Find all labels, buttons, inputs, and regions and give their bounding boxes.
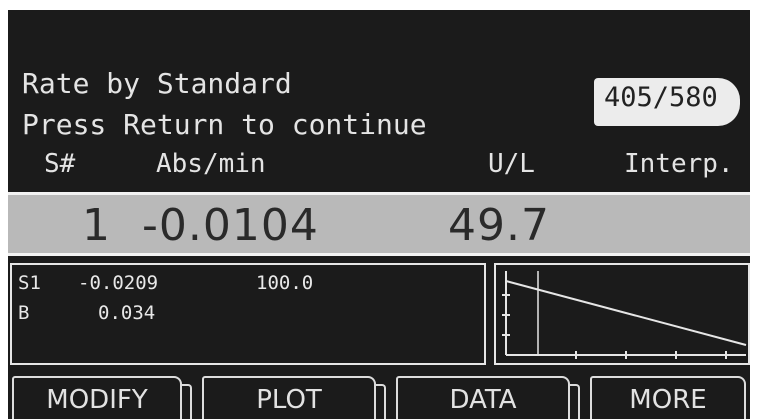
data-softkey[interactable]: DATA	[396, 376, 580, 419]
standard-abs: -0.0209	[78, 272, 159, 294]
standard-conc: 100.0	[256, 272, 314, 294]
wavelength-value: 405/580	[604, 82, 718, 113]
instrument-screen: Rate by Standard Press Return to continu…	[8, 10, 750, 419]
result-row	[8, 192, 750, 256]
column-header-abs: Abs/min	[156, 149, 266, 179]
blank-abs: 0.034	[98, 302, 156, 324]
result-concentration: 49.7	[448, 200, 550, 251]
modify-softkey[interactable]: MODIFY	[12, 376, 192, 419]
blank-id: B	[18, 302, 30, 324]
data-label: DATA	[449, 384, 517, 415]
plot-softkey-tab	[374, 384, 386, 419]
prompt-instruction: Press Return to continue	[22, 108, 427, 141]
prompt-title: Rate by Standard	[22, 67, 292, 100]
more-label: MORE	[629, 384, 707, 415]
column-header-sample: S#	[44, 149, 76, 179]
result-sample-number: 1	[82, 200, 111, 251]
calibration-plot-panel	[494, 263, 750, 365]
modify-label: MODIFY	[46, 384, 148, 415]
plot-ticks	[502, 294, 727, 359]
modify-softkey-tab	[180, 384, 192, 419]
column-header-units: U/L	[488, 149, 535, 179]
plot-label: PLOT	[256, 384, 322, 415]
more-softkey[interactable]: MORE	[590, 376, 746, 419]
calibration-line	[505, 280, 747, 346]
calibration-plot	[502, 271, 747, 359]
column-header-mode: Interp.	[624, 149, 734, 179]
standard-id: S1	[18, 272, 41, 294]
data-softkey-tab	[568, 384, 580, 419]
result-abs-per-min: -0.0104	[142, 200, 319, 251]
plot-softkey[interactable]: PLOT	[202, 376, 386, 419]
